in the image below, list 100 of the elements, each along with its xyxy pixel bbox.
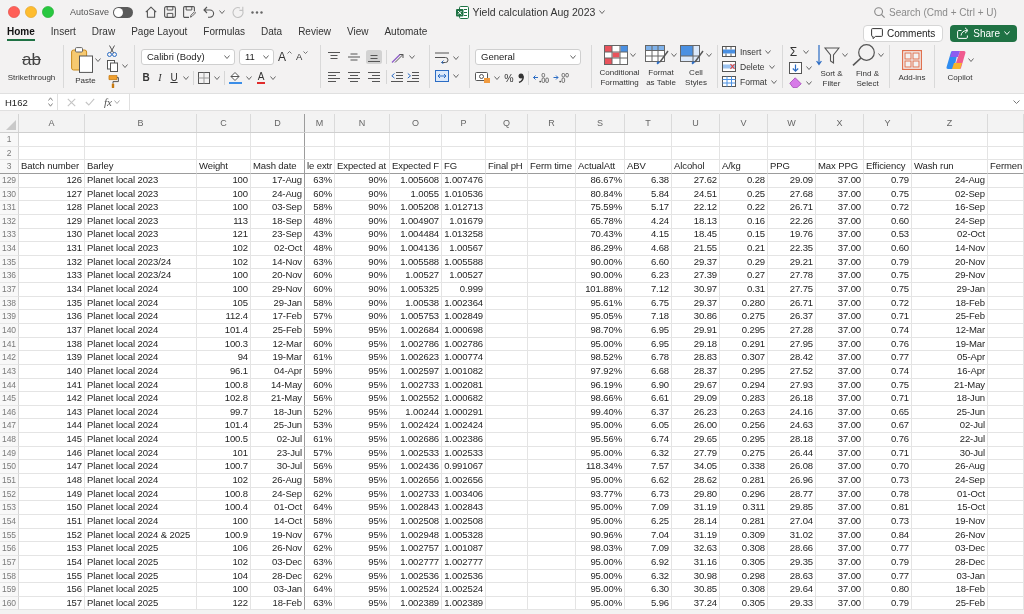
find-select-button[interactable]: Find & Select: [851, 44, 884, 89]
number-format-dropdown[interactable]: General: [475, 48, 581, 65]
format-as-table-button[interactable]: Format as Table: [645, 45, 677, 88]
undo-icon[interactable]: [203, 6, 216, 18]
column-header[interactable]: D: [251, 114, 305, 132]
row-number[interactable]: 131: [0, 201, 19, 215]
row-number[interactable]: 147: [0, 419, 19, 434]
decrease-decimal-icon[interactable]: [553, 72, 569, 83]
caret-icon[interactable]: [599, 10, 606, 14]
caret-icon[interactable]: [121, 64, 128, 68]
underline-button[interactable]: U: [169, 70, 179, 85]
caret-icon[interactable]: [805, 80, 812, 85]
copilot-button[interactable]: Copilot: [946, 50, 974, 83]
caret-icon[interactable]: [802, 50, 809, 54]
column-header[interactable]: O: [390, 114, 442, 132]
add-ins-button[interactable]: Add-ins: [898, 50, 926, 83]
caret-icon[interactable]: [1013, 100, 1020, 104]
disk-pencil-icon[interactable]: [183, 6, 197, 18]
row-number[interactable]: 159: [0, 583, 19, 597]
column-header[interactable]: Z: [912, 114, 988, 132]
close-icon[interactable]: [8, 6, 20, 18]
autosum-button[interactable]: Σ: [788, 45, 799, 59]
ribbon-tab[interactable]: Data: [261, 25, 283, 41]
bold-button[interactable]: B: [141, 70, 151, 85]
banknote-icon[interactable]: [475, 72, 490, 83]
save-icon[interactable]: [164, 6, 177, 18]
column-header[interactable]: S: [576, 114, 625, 132]
caret-icon[interactable]: [183, 75, 189, 80]
row-number[interactable]: 145: [0, 392, 19, 406]
column-header[interactable]: B: [85, 114, 197, 132]
scissors-icon[interactable]: [106, 45, 117, 57]
decrease-indent-icon[interactable]: [391, 71, 403, 82]
font-color-button[interactable]: A: [256, 70, 266, 85]
column-header[interactable]: V: [720, 114, 768, 132]
column-header[interactable]: W: [768, 114, 816, 132]
column-header[interactable]: C: [197, 114, 251, 132]
paint-bucket-icon[interactable]: [229, 71, 242, 84]
eraser-icon[interactable]: [788, 77, 802, 88]
insert-button[interactable]: Insert: [722, 45, 772, 58]
wrap-text-icon[interactable]: [435, 51, 449, 64]
font-size-dropdown[interactable]: 11: [239, 48, 274, 65]
ribbon-tab[interactable]: Formulas: [203, 25, 245, 41]
paste-button[interactable]: Paste: [70, 47, 101, 86]
column-header[interactable]: M: [305, 114, 335, 132]
row-number[interactable]: 142: [0, 351, 19, 365]
format-button[interactable]: Format: [722, 75, 777, 88]
column-header[interactable]: N: [335, 114, 390, 132]
delete-button[interactable]: Delete: [722, 60, 775, 73]
decrease-font-size-button[interactable]: A: [296, 49, 309, 64]
increase-decimal-icon[interactable]: [533, 72, 549, 83]
row-number[interactable]: 136: [0, 269, 19, 284]
caret-icon[interactable]: [409, 54, 415, 59]
caret-icon[interactable]: [453, 73, 459, 78]
ribbon-tab[interactable]: Draw: [91, 25, 116, 41]
row-number[interactable]: 1: [0, 133, 19, 147]
ribbon-tab[interactable]: Home: [7, 25, 35, 41]
caret-icon[interactable]: [453, 55, 459, 60]
paintbrush-icon[interactable]: [106, 75, 119, 88]
ribbon-tab[interactable]: Page Layout: [131, 25, 188, 41]
italic-button[interactable]: I: [155, 70, 165, 85]
autosave-toggle[interactable]: [113, 6, 134, 18]
align-left-icon[interactable]: [326, 69, 342, 84]
percent-style-button[interactable]: %: [504, 70, 514, 85]
ribbon-tab[interactable]: Review: [298, 25, 331, 41]
row-number[interactable]: 156: [0, 542, 19, 556]
sort-filter-button[interactable]: Sort & Filter: [815, 44, 848, 89]
row-number[interactable]: 3: [0, 160, 19, 174]
column-header[interactable]: P: [442, 114, 486, 132]
column-header[interactable]: R: [528, 114, 576, 132]
share-button[interactable]: Share: [950, 24, 1017, 42]
home-icon[interactable]: [145, 6, 158, 18]
column-header[interactable]: X: [816, 114, 864, 132]
increase-indent-icon[interactable]: [407, 71, 419, 82]
ribbon-tab[interactable]: Insert: [50, 25, 76, 41]
caret-icon[interactable]: [270, 75, 276, 80]
more-icon[interactable]: [251, 10, 264, 14]
increase-font-size-button[interactable]: A: [278, 49, 292, 64]
window-title[interactable]: Yield calculation Aug 2023: [472, 6, 596, 18]
caret-icon[interactable]: [494, 75, 500, 80]
copy-icon[interactable]: [106, 60, 118, 72]
comma-style-icon[interactable]: [518, 72, 524, 83]
comments-button[interactable]: Comments: [862, 24, 944, 42]
column-header[interactable]: A: [19, 114, 85, 132]
ribbon-tab[interactable]: View: [346, 25, 369, 41]
caret-icon[interactable]: [219, 10, 226, 14]
column-header[interactable]: Y: [864, 114, 912, 132]
search-field[interactable]: Search (Cmd + Ctrl + U): [889, 6, 1017, 18]
caret-icon[interactable]: [214, 75, 220, 80]
row-number[interactable]: 153: [0, 501, 19, 515]
align-center-icon[interactable]: [346, 69, 362, 84]
cell-styles-button[interactable]: Cell Styles: [680, 45, 712, 88]
ribbon-tab[interactable]: Automate: [384, 25, 428, 41]
row-number[interactable]: 151: [0, 474, 19, 488]
fill-down-icon[interactable]: [788, 62, 802, 74]
name-box[interactable]: H162: [0, 94, 58, 110]
column-header[interactable]: U: [672, 114, 720, 132]
row-number[interactable]: 137: [0, 283, 19, 297]
caret-icon[interactable]: [805, 66, 812, 70]
column-header[interactable]: T: [625, 114, 672, 132]
column-header[interactable]: Q: [486, 114, 528, 132]
